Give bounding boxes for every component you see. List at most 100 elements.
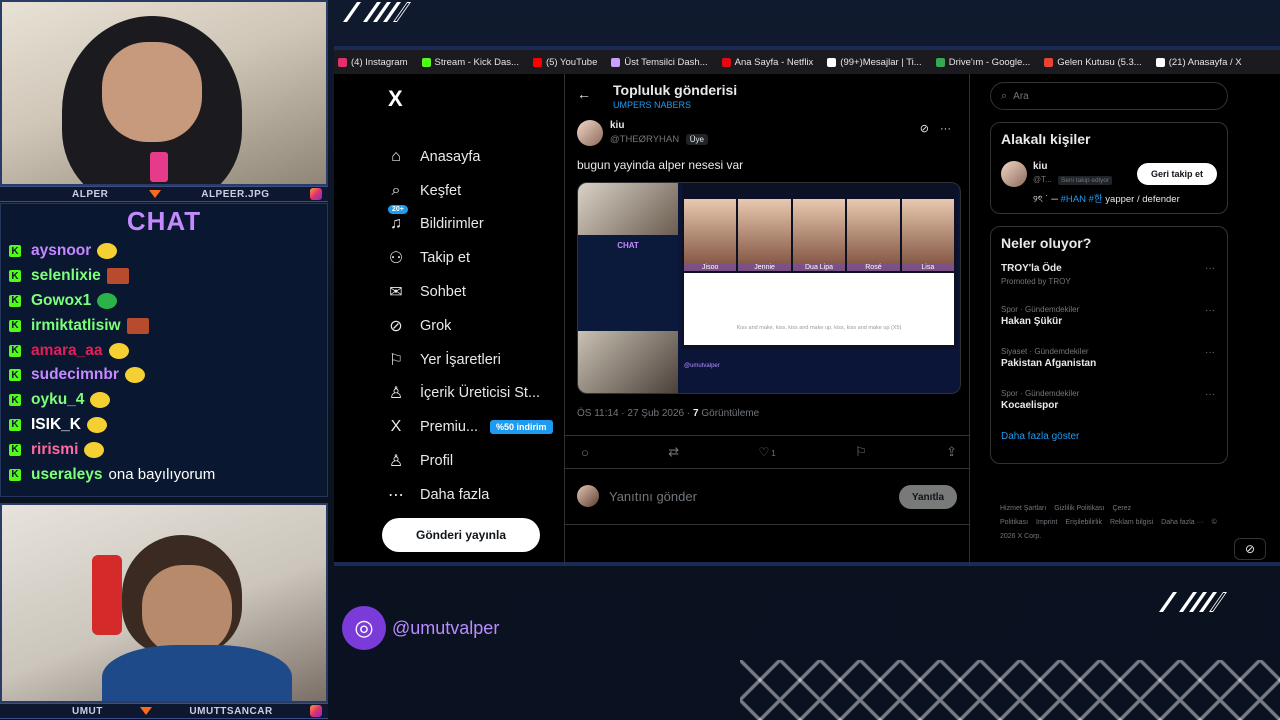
notification-badge: 20+	[388, 205, 408, 215]
bookmark-icon: ⚐	[386, 350, 406, 370]
tweet-author-handle[interactable]: @THEØRYHAN	[610, 134, 679, 145]
share-icon[interactable]: ⇪	[946, 444, 957, 460]
more-options-icon[interactable]: ···	[1205, 305, 1215, 316]
favicon-icon	[935, 57, 945, 67]
avatar	[577, 485, 599, 507]
nav-item-add-person[interactable]: ⚇ Takip et	[386, 241, 553, 275]
bookmark-item[interactable]: Stream - Kick Das...	[421, 57, 519, 68]
nav-item-grok[interactable]: ⊘ Grok	[386, 309, 553, 343]
search-input[interactable]: ⌕ Ara	[990, 82, 1228, 110]
nav-item-mail[interactable]: ✉ Sohbet	[386, 275, 553, 309]
bookmark-item[interactable]: (99+)Mesajlar | Ti...	[827, 57, 922, 68]
chat-username: sudecimnbr	[31, 366, 119, 384]
tweet-header: kiu @THEØRYHAN Üye ⊘ ···	[577, 118, 957, 152]
community-name[interactable]: UMPERS NABERS	[613, 100, 691, 110]
favicon-icon	[421, 57, 431, 67]
home-icon-glyph: ⌂	[391, 147, 401, 165]
grok-icon[interactable]: ⊘	[1234, 538, 1266, 560]
related-person: kiu @T... Seni takip ediyor Geri takip e…	[1001, 157, 1217, 205]
bookmark-item[interactable]: Üst Temsilci Dash...	[611, 57, 708, 68]
related-people-title: Alakalı kişiler	[1001, 131, 1091, 147]
media-person-label: Jennie	[738, 264, 791, 271]
follow-back-button[interactable]: Geri takip et	[1137, 163, 1217, 185]
bookmark-icon-glyph: ⚐	[388, 351, 404, 369]
nav-label: Daha fazla	[420, 486, 490, 503]
footer-link[interactable]: Imprint	[1036, 519, 1057, 526]
bookmark-item[interactable]: (21) Anasayfa / X	[1155, 57, 1242, 68]
avatar[interactable]	[577, 120, 603, 146]
reply-input[interactable]	[609, 485, 809, 507]
slash-decoration	[342, 2, 412, 22]
trend-item[interactable]: Spor · Gündemdekiler Hakan Şükür ···	[1001, 305, 1217, 335]
bell-icon-glyph: ♫	[390, 215, 402, 233]
nav-item-x-premium[interactable]: X Premiu... %50 indirim	[386, 410, 553, 444]
nav-item-creator[interactable]: ♙ İçerik Üreticisi St...	[386, 377, 553, 411]
related-people-card: Alakalı kişiler kiu @T... Seni takip edi…	[990, 122, 1228, 214]
media-person-label: Dua Lipa	[792, 264, 846, 271]
back-arrow-icon[interactable]: ←	[577, 86, 591, 102]
bookmark-item[interactable]: (4) Instagram	[338, 57, 408, 68]
webcam-bottom	[0, 503, 328, 703]
favicon-icon	[532, 57, 542, 67]
nav-item-profile[interactable]: ♙ Profil	[386, 444, 553, 478]
related-person-name[interactable]: kiu	[1033, 161, 1047, 172]
nav-item-bell[interactable]: ♫ 20+ Bildirimler	[386, 205, 553, 242]
grok-icon[interactable]: ⊘	[920, 123, 929, 135]
bookmark-icon[interactable]: ⚐	[855, 444, 867, 460]
retweet-icon[interactable]: ⇄	[668, 444, 679, 460]
streamer-name: UMUT	[72, 705, 103, 717]
nav-item-more[interactable]: ⋯ Daha fazla	[386, 478, 553, 512]
bookmark-item[interactable]: (5) YouTube	[532, 57, 597, 68]
chat-panel: CHAT Kaysnoor Kselenlixie K Gowox1 Kirmiktat…	[0, 203, 328, 497]
show-more-link[interactable]: Daha fazla göster	[1001, 431, 1217, 442]
footer-link[interactable]: Reklam bilgisi	[1110, 519, 1153, 526]
media-webcam-top	[578, 183, 678, 235]
nav-label: Sohbet	[420, 284, 466, 301]
trend-item[interactable]: Spor · Gündemdekiler Kocaelispor ···	[1001, 389, 1217, 419]
more-options-icon[interactable]: ···	[1205, 263, 1215, 274]
tweet-actions: ⊘ ···	[920, 122, 951, 135]
avatar[interactable]	[1001, 161, 1027, 187]
tweet-timestamp[interactable]: ÖS 11:14 · 27 Şub 2026 ·	[577, 408, 690, 419]
slash-decoration	[1158, 592, 1228, 612]
diamond-pattern	[740, 660, 1280, 720]
nav-label: Takip et	[420, 250, 470, 267]
footer-link[interactable]: Gizlilik Politikası	[1054, 505, 1104, 512]
footer-link[interactable]: Daha fazla ···	[1161, 519, 1203, 526]
nav-item-bookmark[interactable]: ⚐ Yer İşaretleri	[386, 343, 553, 377]
more-options-icon[interactable]: ···	[1205, 347, 1215, 358]
creator-icon: ♙	[386, 383, 406, 403]
banana-emote	[86, 416, 107, 433]
bookmark-item[interactable]: Drive'ım - Google...	[935, 57, 1030, 68]
profile-icon-glyph: ♙	[388, 453, 404, 471]
footer-link[interactable]: Erişilebilirlik	[1065, 519, 1102, 526]
bookmark-item[interactable]: Gelen Kutusu (5.3...	[1044, 57, 1142, 68]
chat-message: K ISIK_K	[9, 413, 327, 438]
reply-button[interactable]: Yanıtla	[899, 485, 957, 509]
bookmark-label: Ana Sayfa - Netflix	[734, 56, 814, 68]
more-options-icon[interactable]: ···	[1205, 389, 1215, 400]
x-sidebar: X ⌂ Anasayfa ⌕ Keşfet ♫ 20+ Bildirimler ⚇ Takip …	[334, 74, 564, 566]
like-button[interactable]: ♡ 1	[758, 445, 775, 459]
trend-item[interactable]: TROY'la Öde Promoted by TROY ···	[1001, 263, 1217, 293]
reply-icon[interactable]: ○	[581, 445, 589, 460]
trend-item[interactable]: Siyaset · Gündemdekiler Pakistan Afganist…	[1001, 347, 1217, 377]
nav-item-search[interactable]: ⌕ Keşfet	[386, 174, 553, 208]
more-options-icon[interactable]: ···	[940, 123, 951, 135]
promoted-label: Promoted by TROY	[1001, 277, 1071, 286]
chat-message: Ksudecimnbr	[9, 363, 327, 388]
bio-suffix: yapper / defender	[1105, 194, 1180, 205]
chat-username: rirismi	[31, 440, 79, 458]
tweet-media[interactable]: CHAT Jisoo Jennie Dua Lipa Rosé Lisa Kiss an…	[577, 182, 961, 394]
footer-link[interactable]: Hizmet Şartları	[1000, 505, 1046, 512]
bookmark-item[interactable]: Ana Sayfa - Netflix	[721, 56, 814, 68]
tweet-action-bar: ○ ⇄ ♡ 1 ⚐ ⇪	[565, 435, 969, 469]
bio-hashtag[interactable]: #HAN #한	[1061, 194, 1103, 205]
nav-item-home[interactable]: ⌂ Anasayfa	[386, 140, 553, 174]
trend-context: Siyaset · Gündemdekiler	[1001, 347, 1089, 356]
post-button[interactable]: Gönderi yayınla	[382, 518, 540, 552]
streamer-handle: UMUTTSANCAR	[189, 705, 273, 717]
tweet-author-name[interactable]: kiu	[610, 120, 624, 131]
x-logo-icon[interactable]: X	[388, 86, 403, 112]
streamer-handle: ALPEER.JPG	[201, 188, 270, 200]
